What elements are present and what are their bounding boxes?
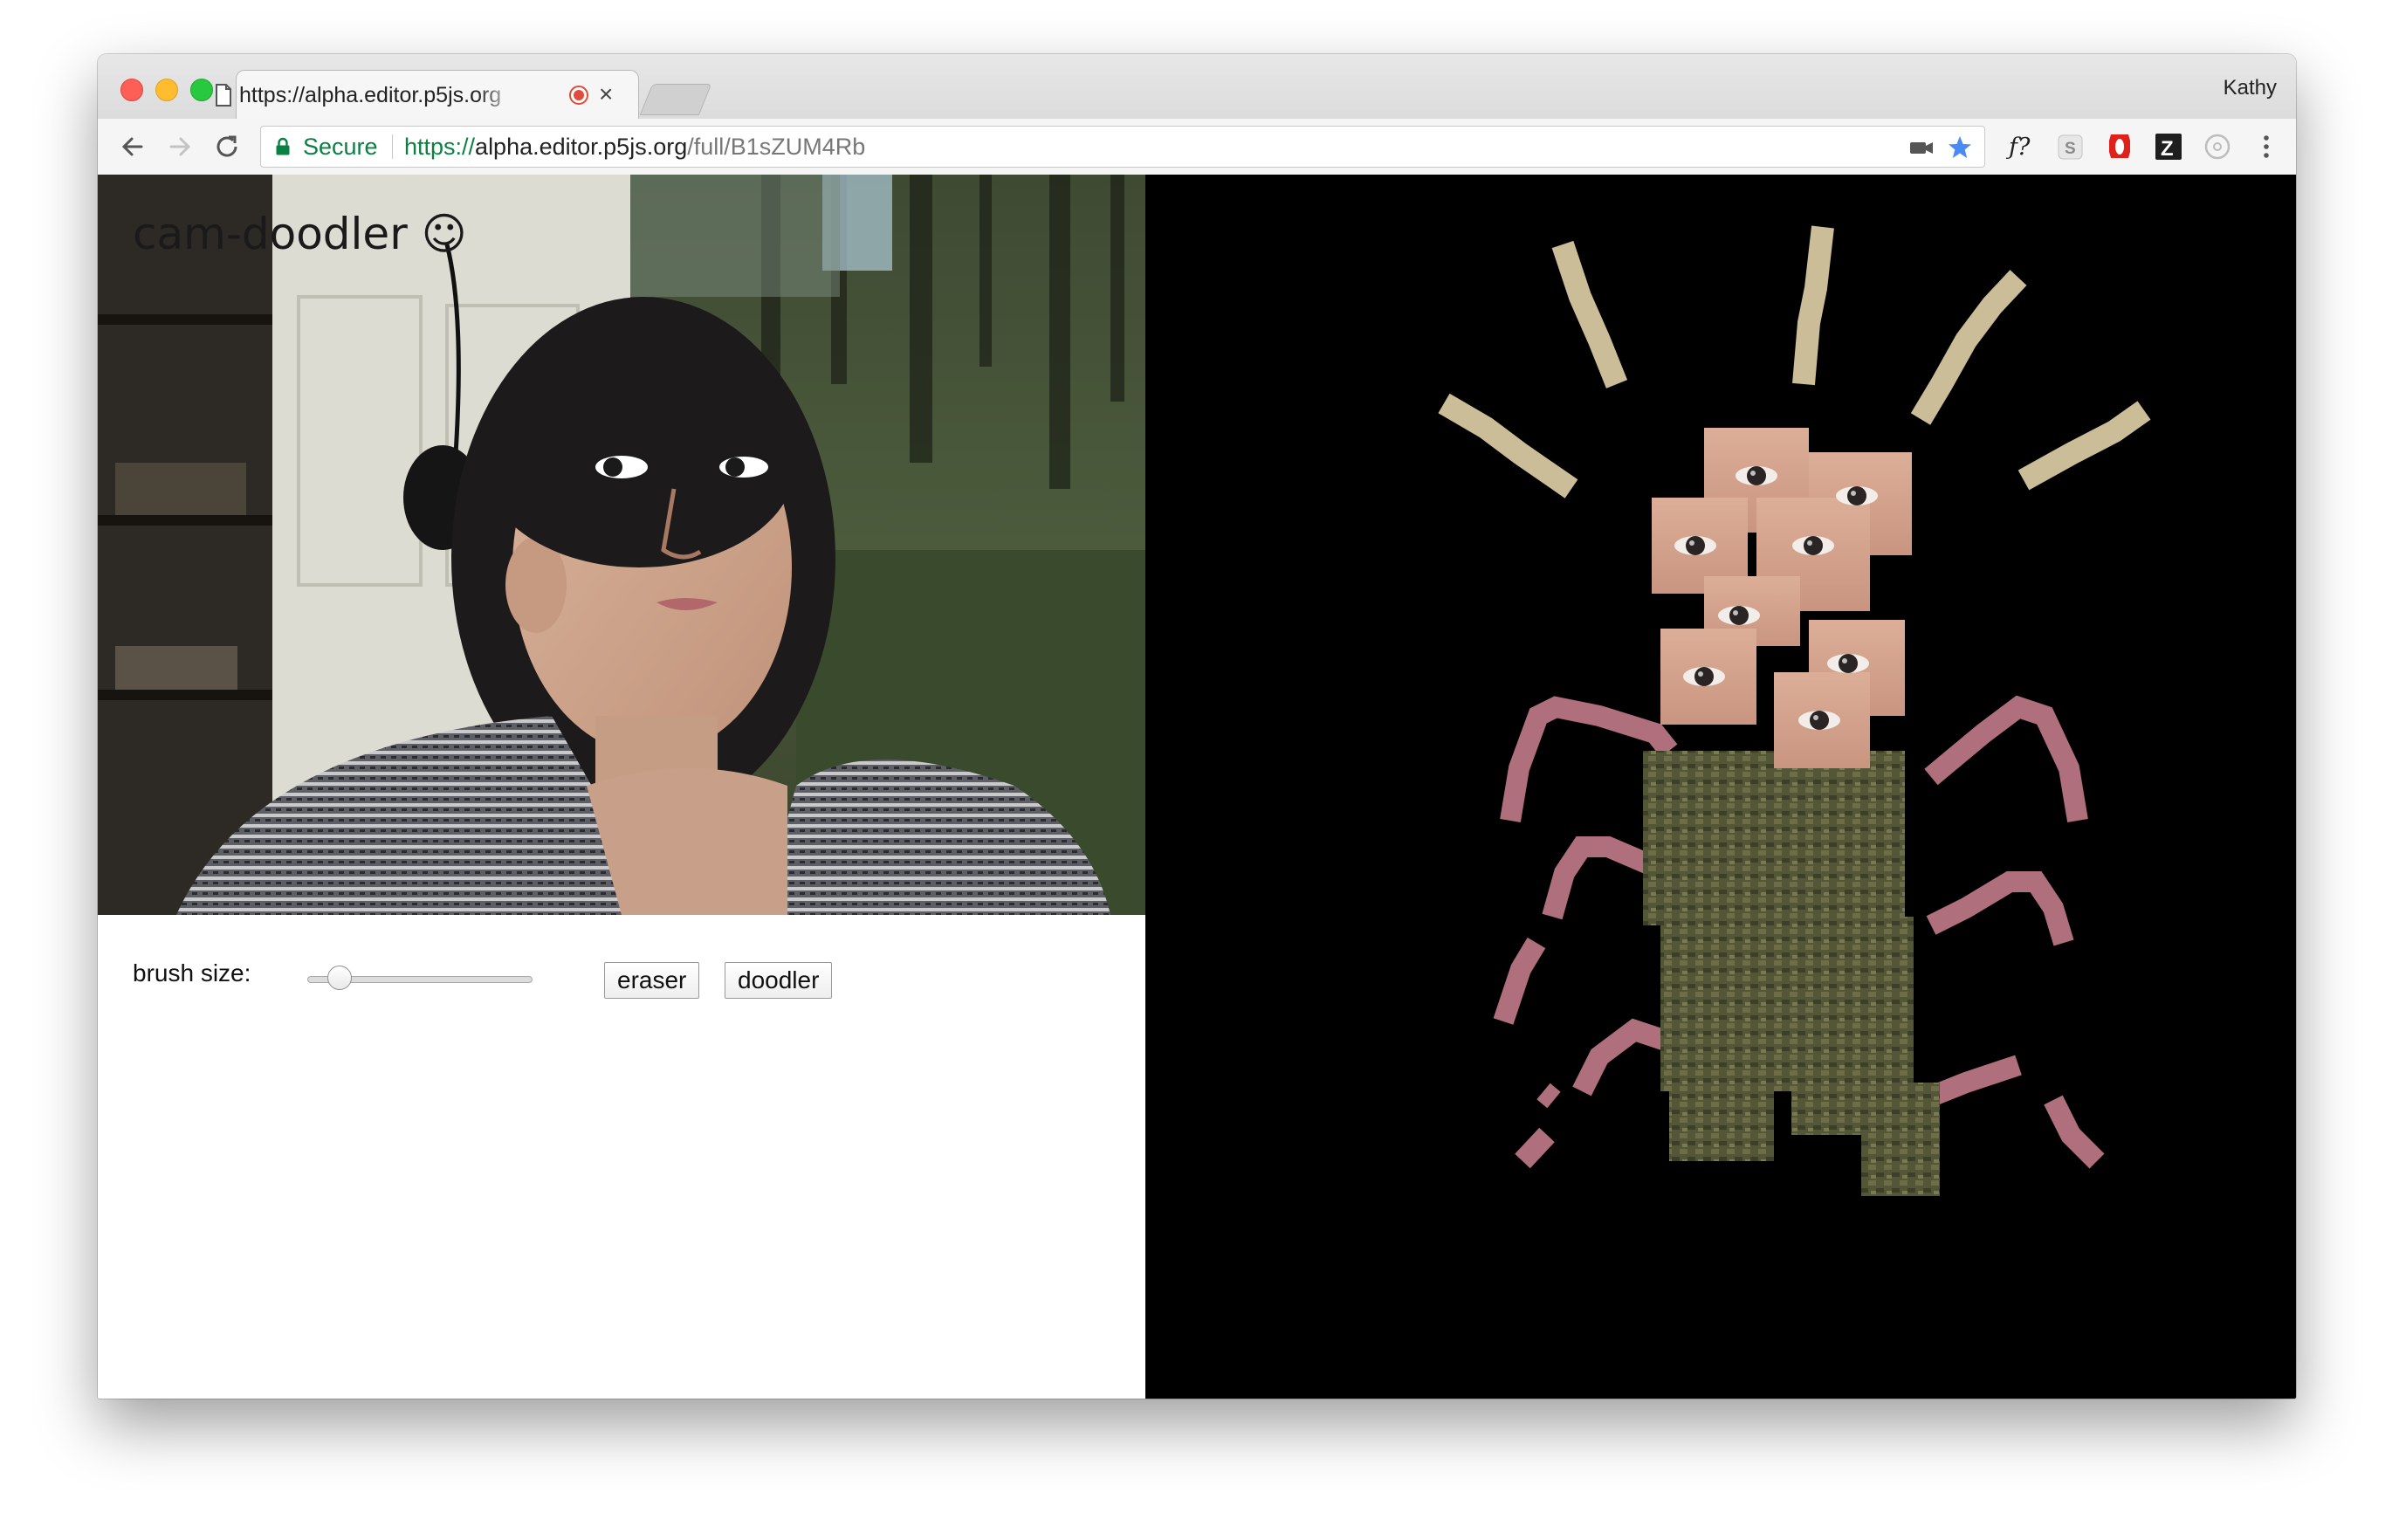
minimize-window-button[interactable] xyxy=(155,79,178,101)
security-label: Secure xyxy=(303,134,378,160)
function-extension-icon[interactable]: ƒ? xyxy=(2006,131,2038,162)
zoom-window-button[interactable] xyxy=(190,79,213,101)
slider-thumb[interactable] xyxy=(327,966,352,990)
tab-strip: https://alpha.editor.p5js.org × Kathy xyxy=(98,54,2296,121)
doodle-camo-body xyxy=(1643,751,1940,1196)
address-separator xyxy=(392,134,393,159)
s-extension-text: S xyxy=(2065,140,2076,158)
doodle-canvas[interactable] xyxy=(1145,175,2296,1399)
app-title-text: cam-doodler xyxy=(133,209,408,259)
doodler-button[interactable]: doodler xyxy=(725,962,833,999)
more-menu-icon[interactable] xyxy=(2251,131,2282,162)
forward-arrow-icon[interactable] xyxy=(162,129,197,164)
recording-icon xyxy=(569,86,588,105)
tab-title: https://alpha.editor.p5js.org xyxy=(239,83,502,107)
s-extension-icon[interactable]: S xyxy=(2055,131,2086,162)
close-window-button[interactable] xyxy=(120,79,143,101)
doodle-face-patches xyxy=(1652,428,1912,768)
new-tab-button[interactable] xyxy=(639,84,712,115)
browser-toolbar: Secure https://alpha.editor.p5js.org/ful… xyxy=(98,119,2296,175)
url-path: /full/B1sZUM4Rb xyxy=(687,134,866,160)
circle-extension-icon[interactable] xyxy=(2202,131,2233,162)
app-title: cam-doodler ☺ xyxy=(133,208,467,260)
star-bookmark-icon[interactable] xyxy=(1946,134,1974,162)
url-scheme: https:// xyxy=(404,134,476,160)
z-extension-icon[interactable]: Z xyxy=(2153,131,2184,162)
address-bar[interactable]: Secure https://alpha.editor.p5js.org/ful… xyxy=(260,126,1985,168)
shelf xyxy=(98,175,272,915)
eraser-button[interactable]: eraser xyxy=(604,962,700,999)
function-extension-text: ƒ? xyxy=(2006,134,2031,161)
page-icon xyxy=(216,84,231,107)
smiley-icon: ☺ xyxy=(421,209,467,259)
browser-window: https://alpha.editor.p5js.org × Kathy Se… xyxy=(98,54,2296,1399)
lock-icon xyxy=(276,137,290,155)
profile-name[interactable]: Kathy xyxy=(2224,75,2277,101)
url-host: alpha.editor.p5js.org xyxy=(475,134,688,160)
url-text[interactable]: https://alpha.editor.p5js.org/full/B1sZU… xyxy=(404,132,865,162)
back-arrow-icon[interactable] xyxy=(115,129,150,164)
webcam-feed xyxy=(98,175,1145,915)
page-content: cam-doodler ☺ brush size: eraser doodler xyxy=(98,175,2296,1399)
camera-icon[interactable] xyxy=(1907,134,1935,162)
reload-icon[interactable] xyxy=(210,129,244,164)
opera-extension-icon[interactable] xyxy=(2104,131,2135,162)
tab-close-icon[interactable]: × xyxy=(599,79,613,109)
z-extension-text: Z xyxy=(2161,137,2174,161)
brush-size-label: brush size: xyxy=(133,959,251,987)
brush-size-slider[interactable] xyxy=(307,966,534,992)
